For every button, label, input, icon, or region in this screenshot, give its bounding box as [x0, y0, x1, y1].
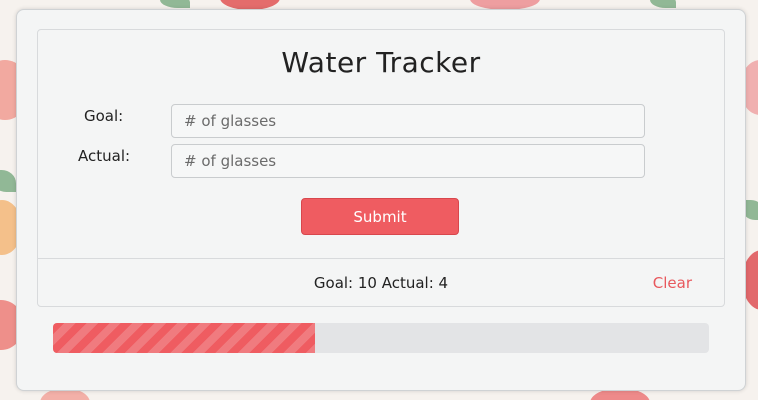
progress-bar-fill: [53, 323, 316, 353]
clear-link[interactable]: Clear: [653, 274, 692, 292]
progress-bar: [53, 323, 709, 353]
tracker-form-panel: Water Tracker Goal: Actual: Submit Goal:…: [37, 29, 725, 307]
actual-input[interactable]: [171, 144, 645, 178]
divider: [38, 258, 724, 259]
goal-actual-summary: Goal: 10 Actual: 4: [313, 274, 449, 292]
goal-label: Goal:: [84, 107, 124, 125]
actual-label: Actual:: [78, 147, 131, 165]
tracker-card: Water Tracker Goal: Actual: Submit Goal:…: [16, 9, 746, 391]
page-title: Water Tracker: [281, 46, 481, 79]
goal-input[interactable]: [171, 104, 645, 138]
submit-button[interactable]: Submit: [301, 198, 459, 235]
